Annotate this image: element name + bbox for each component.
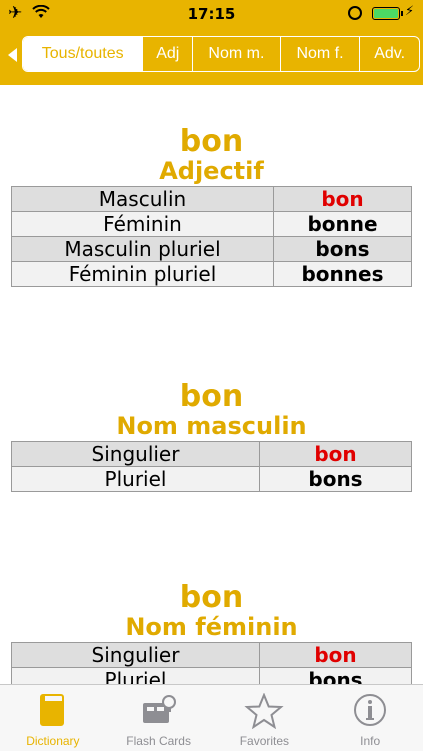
filter-control: Tous/toutes Adj Nom m. Nom f. Adv. xyxy=(8,36,420,74)
back-arrow-icon[interactable] xyxy=(8,48,17,62)
inflection-table: Singulier bon Pluriel bons xyxy=(11,441,412,492)
tab-label: Favorites xyxy=(239,734,290,748)
tab-favorites[interactable]: Favorites xyxy=(212,685,318,751)
battery-icon xyxy=(372,7,400,20)
table-row: Féminin bonne xyxy=(11,211,412,237)
table-row: Féminin pluriel bonnes xyxy=(11,261,412,287)
entry-part-of-speech: Nom masculin xyxy=(116,412,307,440)
entry-word: bon xyxy=(179,379,244,414)
tab-info[interactable]: Info xyxy=(317,685,423,751)
entry-word: bon xyxy=(179,580,244,615)
table-row: Singulier bon xyxy=(11,441,412,467)
inflection-table: Masculin bon Féminin bonne Masculin pluriel b… xyxy=(11,186,412,287)
form-value: bon xyxy=(273,186,412,212)
info-icon xyxy=(350,693,390,729)
filter-tab-0[interactable]: Tous/toutes xyxy=(23,37,143,71)
form-label: Singulier xyxy=(11,642,260,668)
tab-label: Info xyxy=(360,734,381,748)
entry-part-of-speech: Adjectif xyxy=(159,157,264,185)
form-value: bons xyxy=(259,466,412,492)
form-label: Féminin pluriel xyxy=(11,261,274,287)
book-icon xyxy=(33,693,73,729)
entry-part-of-speech: Nom féminin xyxy=(125,613,298,641)
entry-card: bon Nom féminin Singulier bon Pluriel bons xyxy=(0,581,423,684)
form-label: Masculin pluriel xyxy=(11,236,274,262)
form-value: bons xyxy=(273,236,412,262)
filter-tab-2[interactable]: Nom m. xyxy=(192,37,280,71)
table-row: Pluriel bons xyxy=(11,667,412,684)
form-value: bonne xyxy=(273,211,412,237)
entry-card: bon Nom masculin Singulier bon Pluriel bons xyxy=(0,380,423,492)
form-label: Masculin xyxy=(11,186,274,212)
filter-segmented-control: Tous/toutes Adj Nom m. Nom f. Adv. xyxy=(22,36,420,72)
table-row: Pluriel bons xyxy=(11,466,412,492)
star-icon xyxy=(244,692,284,730)
form-value: bons xyxy=(259,667,412,684)
tab-dictionary[interactable]: Dictionary xyxy=(0,685,106,751)
form-label: Féminin xyxy=(11,211,274,237)
charging-icon: ⚡ xyxy=(405,4,415,19)
table-row: Singulier bon xyxy=(11,642,412,668)
form-value: bon xyxy=(259,642,412,668)
filter-tab-4[interactable]: Adv. xyxy=(359,37,419,71)
form-label: Pluriel xyxy=(11,667,260,684)
form-value: bonnes xyxy=(273,261,412,287)
filter-tab-3[interactable]: Nom f. xyxy=(279,37,360,71)
table-row: Masculin pluriel bons xyxy=(11,236,412,262)
rotation-lock-icon xyxy=(348,6,362,20)
tab-label: Dictionary xyxy=(26,734,80,748)
tab-bar: Dictionary Flash Cards Favorites Info xyxy=(0,684,423,751)
entry-word: bon xyxy=(179,124,244,159)
table-row: Masculin bon xyxy=(11,186,412,212)
form-label: Pluriel xyxy=(11,466,260,492)
tab-flash-cards[interactable]: Flash Cards xyxy=(106,685,212,751)
tab-label: Flash Cards xyxy=(126,734,191,748)
form-label: Singulier xyxy=(11,441,260,467)
header: ✈ 17:15 ⚡ Tous/toutes Adj Nom m. Nom f. Adv. xyxy=(0,0,423,85)
inflection-table: Singulier bon Pluriel bons xyxy=(11,642,412,684)
flash-cards-icon xyxy=(139,693,179,729)
form-value: bon xyxy=(259,441,412,467)
filter-tab-1[interactable]: Adj xyxy=(142,37,192,71)
dictionary-content[interactable]: bon Adjectif Masculin bon Féminin bonne Mascul… xyxy=(0,85,423,684)
entry-card: bon Adjectif Masculin bon Féminin bonne Mascul… xyxy=(0,125,423,287)
status-bar: ✈ 17:15 ⚡ xyxy=(0,0,423,28)
